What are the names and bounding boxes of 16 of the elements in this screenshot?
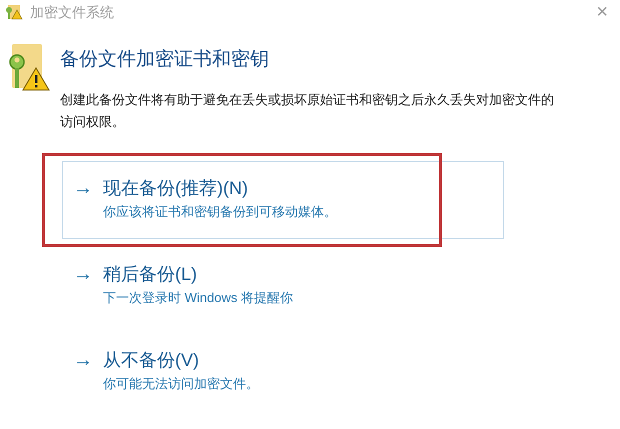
- arrow-icon: →: [73, 176, 93, 200]
- arrow-icon: →: [73, 348, 93, 372]
- command-link[interactable]: → 现在备份(推荐)(N) 你应该将证书和密钥备份到可移动媒体。: [62, 160, 504, 238]
- option-label: 从不备份(V): [103, 348, 200, 372]
- description-text: 创建此备份文件将有助于避免在丢失或损坏原始证书和密钥之后永久丢失对加密文件的访问权限。: [60, 90, 555, 130]
- command-link[interactable]: → 从不备份(V) 你可能无法访问加密文件。: [62, 332, 504, 410]
- option-detail: 你可能无法访问加密文件。: [103, 374, 259, 392]
- arrow-icon: →: [73, 262, 93, 286]
- option-label: 现在备份(推荐)(N): [103, 176, 249, 200]
- option-detail: 下一次登录时 Windows 将提醒你: [103, 288, 293, 306]
- option-detail: 你应该将证书和密钥备份到可移动媒体。: [103, 202, 337, 220]
- command-link[interactable]: → 稍后备份(L) 下一次登录时 Windows 将提醒你: [62, 246, 504, 324]
- key-warning-icon: [4, 4, 24, 20]
- window-title: 加密文件系统: [30, 2, 114, 22]
- option-label: 稍后备份(L): [103, 262, 198, 286]
- dialog-heading: 备份文件加密证书和密钥: [60, 48, 270, 72]
